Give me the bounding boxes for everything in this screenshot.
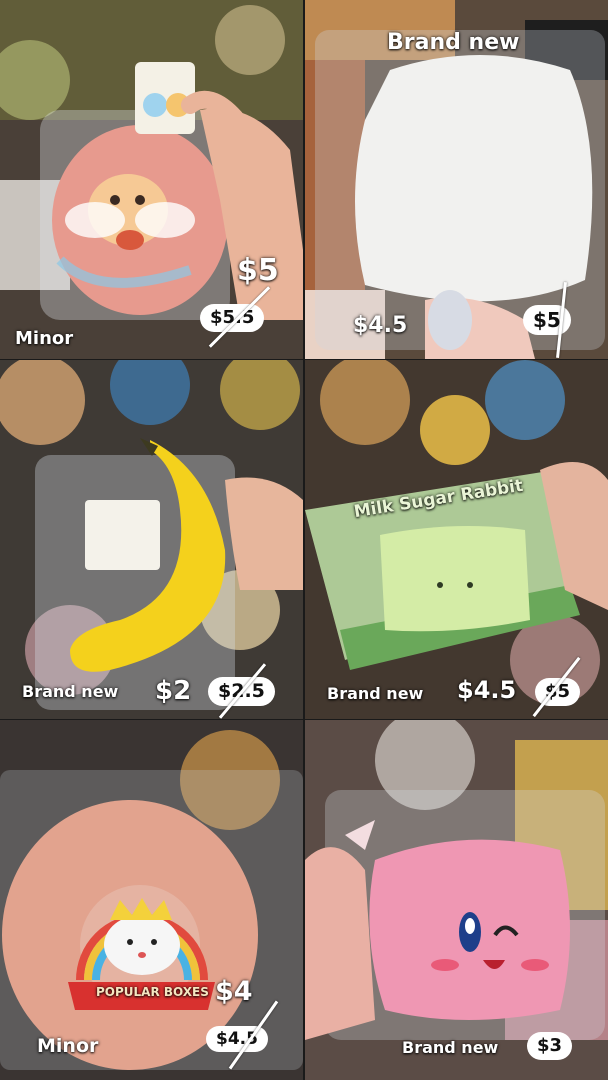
- panel-5: POPULAR BOXES Minor $4 $4.5: [0, 720, 303, 1080]
- condition-label: Minor: [37, 1035, 99, 1057]
- product-photo-grid: Minor $5 $5.5 Brand new $4.5 $5 Brand ne…: [0, 0, 608, 1080]
- panel-2: Brand new $4.5 $5: [305, 0, 608, 359]
- panel-1-photo: [0, 0, 303, 359]
- sale-price: $5: [237, 253, 279, 288]
- panel-4-photo: [305, 360, 608, 719]
- condition-label: Brand new: [22, 682, 119, 701]
- condition-label: Brand new: [327, 684, 424, 703]
- sale-price: $4: [215, 976, 253, 1007]
- panel-6: Brand new $3: [305, 720, 608, 1080]
- condition-label: Brand new: [387, 30, 520, 55]
- condition-label: Brand new: [402, 1038, 499, 1057]
- panel-4: Milk Sugar Rabbit Brand new $4.5 $5: [305, 360, 608, 719]
- sale-price: $2: [155, 676, 192, 706]
- panel-6-photo: [305, 720, 608, 1080]
- sale-price: $4.5: [353, 313, 408, 338]
- condition-label: Minor: [15, 328, 74, 349]
- price-badge: $3: [527, 1032, 573, 1060]
- sale-price: $4.5: [457, 676, 517, 704]
- original-price-badge: $5.5: [200, 304, 265, 332]
- panel-3: Brand new $2 $2.5: [0, 360, 303, 719]
- panel-1: Minor $5 $5.5: [0, 0, 303, 359]
- sticker-text: POPULAR BOXES: [96, 985, 209, 999]
- panel-3-photo: [0, 360, 303, 719]
